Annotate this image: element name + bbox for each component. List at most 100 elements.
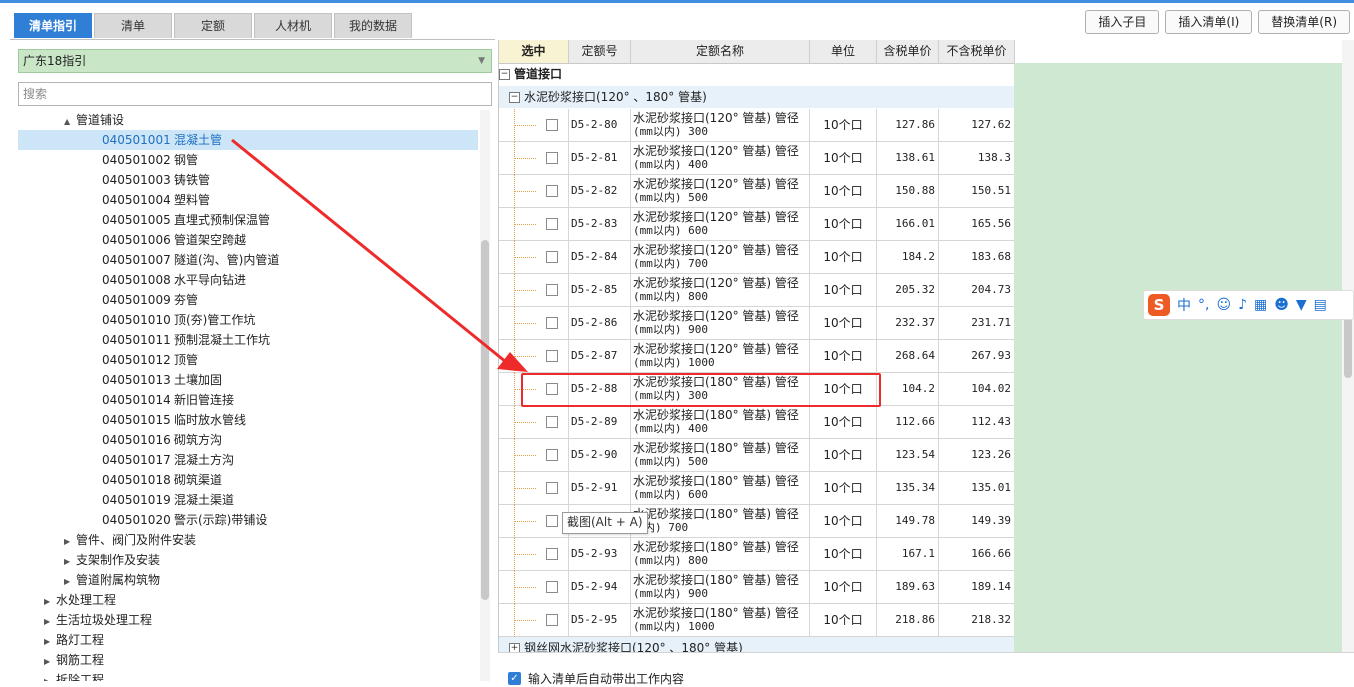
column-header[interactable]: 单位	[810, 40, 877, 63]
row-checkbox[interactable]	[546, 251, 558, 263]
tree-item[interactable]: 040501017 混凝土方沟	[18, 450, 478, 470]
insert-list-button[interactable]: 插入清单(I)	[1165, 10, 1253, 34]
tab-0[interactable]: 清单指引	[14, 13, 92, 38]
column-header[interactable]: 定额号	[569, 40, 631, 63]
row-checkbox[interactable]	[546, 515, 558, 527]
tab-2[interactable]: 定额	[174, 13, 252, 38]
table-row[interactable]: D5-2-85 水泥砂浆接口(120° 管基) 管径 (mm以内) 800 10个口 2…	[499, 274, 1015, 307]
table-row[interactable]: D5-2-93 水泥砂浆接口(180° 管基) 管径 (mm以内) 800 10个口 1…	[499, 538, 1015, 571]
keyboard-icon[interactable]: ▦	[1254, 297, 1267, 313]
skin-icon[interactable]: ▼	[1296, 297, 1307, 313]
tree-item[interactable]: ▲ 管道铺设	[18, 110, 478, 130]
column-header[interactable]: 定额名称	[631, 40, 810, 63]
row-checkbox[interactable]	[546, 548, 558, 560]
auto-work-content-checkbox[interactable]: ✓	[508, 672, 521, 685]
tree-item[interactable]: 040501014 新旧管连接	[18, 390, 478, 410]
table-row[interactable]: D5-2-90 水泥砂浆接口(180° 管基) 管径 (mm以内) 500 10个口 1…	[499, 439, 1015, 472]
expand-arrow-icon[interactable]: ▶	[64, 532, 76, 552]
collapse-toggle-icon[interactable]: −	[509, 92, 520, 103]
expand-arrow-icon[interactable]: ▶	[44, 612, 56, 632]
tree-item[interactable]: 040501006 管道架空跨越	[18, 230, 478, 250]
expand-arrow-icon[interactable]: ▶	[44, 632, 56, 652]
tree-item[interactable]: 040501003 铸铁管	[18, 170, 478, 190]
ime-lang-toggle[interactable]: 中	[1177, 295, 1191, 315]
tree-item[interactable]: 040501019 混凝土渠道	[18, 490, 478, 510]
tree-item[interactable]: ▶ 管件、阀门及附件安装	[18, 530, 478, 550]
expand-arrow-icon[interactable]: ▶	[64, 552, 76, 572]
table-row[interactable]: D5-2-81 水泥砂浆接口(120° 管基) 管径 (mm以内) 400 10个口 1…	[499, 142, 1015, 175]
column-header[interactable]: 含税单价	[877, 40, 939, 63]
ime-punct-toggle[interactable]: °,	[1198, 297, 1209, 313]
insert-sub-button[interactable]: 插入子目	[1085, 10, 1160, 34]
mic-icon[interactable]: ♪	[1238, 297, 1247, 313]
tree-item[interactable]: 040501020 警示(示踪)带铺设	[18, 510, 478, 530]
table-row[interactable]: D5-2-80 水泥砂浆接口(120° 管基) 管径 (mm以内) 300 10个口 1…	[499, 109, 1015, 142]
tree-item[interactable]: ▶ 支架制作及安装	[18, 550, 478, 570]
tree-item[interactable]: 040501009 夯管	[18, 290, 478, 310]
table-row[interactable]: D5-2-89 水泥砂浆接口(180° 管基) 管径 (mm以内) 400 10个口 1…	[499, 406, 1015, 439]
replace-list-button[interactable]: 替换清单(R)	[1258, 10, 1350, 34]
grid-scrollbar-thumb[interactable]	[1344, 316, 1352, 378]
table-row[interactable]: D5-2-86 水泥砂浆接口(120° 管基) 管径 (mm以内) 900 10个口 2…	[499, 307, 1015, 340]
tree-item[interactable]: 040501004 塑料管	[18, 190, 478, 210]
emoji-icon[interactable]: ☺	[1216, 297, 1231, 313]
collapse-arrow-icon[interactable]: ▲	[64, 112, 76, 132]
row-checkbox[interactable]	[546, 152, 558, 164]
tree-item[interactable]: 040501008 水平导向钻进	[18, 270, 478, 290]
row-checkbox[interactable]	[546, 317, 558, 329]
tree-item[interactable]: 040501012 顶管	[18, 350, 478, 370]
table-row[interactable]: D5-2-83 水泥砂浆接口(120° 管基) 管径 (mm以内) 600 10个口 1…	[499, 208, 1015, 241]
tree-scrollbar[interactable]	[480, 110, 490, 681]
tree-item[interactable]: 040501005 直埋式预制保温管	[18, 210, 478, 230]
tree-scrollbar-thumb[interactable]	[481, 240, 489, 600]
tree-item[interactable]: 040501002 钢管	[18, 150, 478, 170]
expand-toggle-icon[interactable]: +	[509, 643, 520, 652]
tree-item[interactable]: 040501016 砌筑方沟	[18, 430, 478, 450]
column-header[interactable]: 选中	[499, 40, 569, 63]
row-checkbox[interactable]	[546, 218, 558, 230]
user-icon[interactable]: ☻	[1274, 297, 1289, 313]
collapse-toggle-icon[interactable]: −	[499, 69, 510, 80]
row-checkbox[interactable]	[546, 581, 558, 593]
row-checkbox[interactable]	[546, 383, 558, 395]
column-header[interactable]: 不含税单价	[939, 40, 1015, 63]
tree-item[interactable]: ▶ 生活垃圾处理工程	[18, 610, 478, 630]
row-checkbox[interactable]	[546, 119, 558, 131]
table-row[interactable]: D5-2-91 水泥砂浆接口(180° 管基) 管径 (mm以内) 600 10个口 1…	[499, 472, 1015, 505]
expand-arrow-icon[interactable]: ▶	[44, 592, 56, 612]
tree-item[interactable]: ▶ 管道附属构筑物	[18, 570, 478, 590]
tree-item[interactable]: ▶拆除工程	[18, 670, 478, 681]
tree-item[interactable]: 040501013 土壤加固	[18, 370, 478, 390]
row-checkbox[interactable]	[546, 284, 558, 296]
expand-arrow-icon[interactable]: ▶	[44, 652, 56, 672]
sogou-logo-icon[interactable]: S	[1148, 294, 1170, 316]
tab-1[interactable]: 清单	[94, 13, 172, 38]
table-row[interactable]: D5-2-94 水泥砂浆接口(180° 管基) 管径 (mm以内) 900 10个口 1…	[499, 571, 1015, 604]
grid-menu-icon[interactable]: ▤	[1314, 297, 1327, 313]
table-row[interactable]: D5-2-88 水泥砂浆接口(180° 管基) 管径 (mm以内) 300 10个口 1…	[499, 373, 1015, 406]
group-row[interactable]: − 管道接口	[499, 63, 1015, 85]
tree-item[interactable]: 040501018 砌筑渠道	[18, 470, 478, 490]
row-checkbox[interactable]	[546, 614, 558, 626]
subgroup-row[interactable]: − 水泥砂浆接口(120° 、180° 管基)	[499, 86, 1015, 108]
row-checkbox[interactable]	[546, 482, 558, 494]
grid-scrollbar[interactable]	[1342, 40, 1354, 652]
next-group-row[interactable]: + 钢丝网水泥砂浆接口(120° 、180° 管基)	[499, 637, 1015, 652]
library-select[interactable]: 广东18指引 ▼	[18, 49, 492, 73]
table-row[interactable]: D5-2-82 水泥砂浆接口(120° 管基) 管径 (mm以内) 500 10个口 1…	[499, 175, 1015, 208]
ime-toolbar[interactable]: S 中 °, ☺ ♪ ▦ ☻ ▼ ▤	[1143, 290, 1354, 320]
tree-item[interactable]: ▶ 水处理工程	[18, 590, 478, 610]
tree-item[interactable]: ▶ 路灯工程	[18, 630, 478, 650]
table-row[interactable]: D5-2-95 水泥砂浆接口(180° 管基) 管径 (mm以内) 1000 10个口…	[499, 604, 1015, 637]
tab-3[interactable]: 人材机	[254, 13, 332, 38]
tree-item[interactable]: 040501001 混凝土管	[18, 130, 478, 150]
table-row[interactable]: D5-2-84 水泥砂浆接口(120° 管基) 管径 (mm以内) 700 10个口 1…	[499, 241, 1015, 274]
row-checkbox[interactable]	[546, 449, 558, 461]
tree-item[interactable]: 040501011 预制混凝土工作坑	[18, 330, 478, 350]
tab-4[interactable]: 我的数据	[334, 13, 412, 38]
row-checkbox[interactable]	[546, 416, 558, 428]
tree-item[interactable]: 040501010 顶(夯)管工作坑	[18, 310, 478, 330]
row-checkbox[interactable]	[546, 350, 558, 362]
row-checkbox[interactable]	[546, 185, 558, 197]
expand-arrow-icon[interactable]: ▶	[44, 672, 56, 681]
